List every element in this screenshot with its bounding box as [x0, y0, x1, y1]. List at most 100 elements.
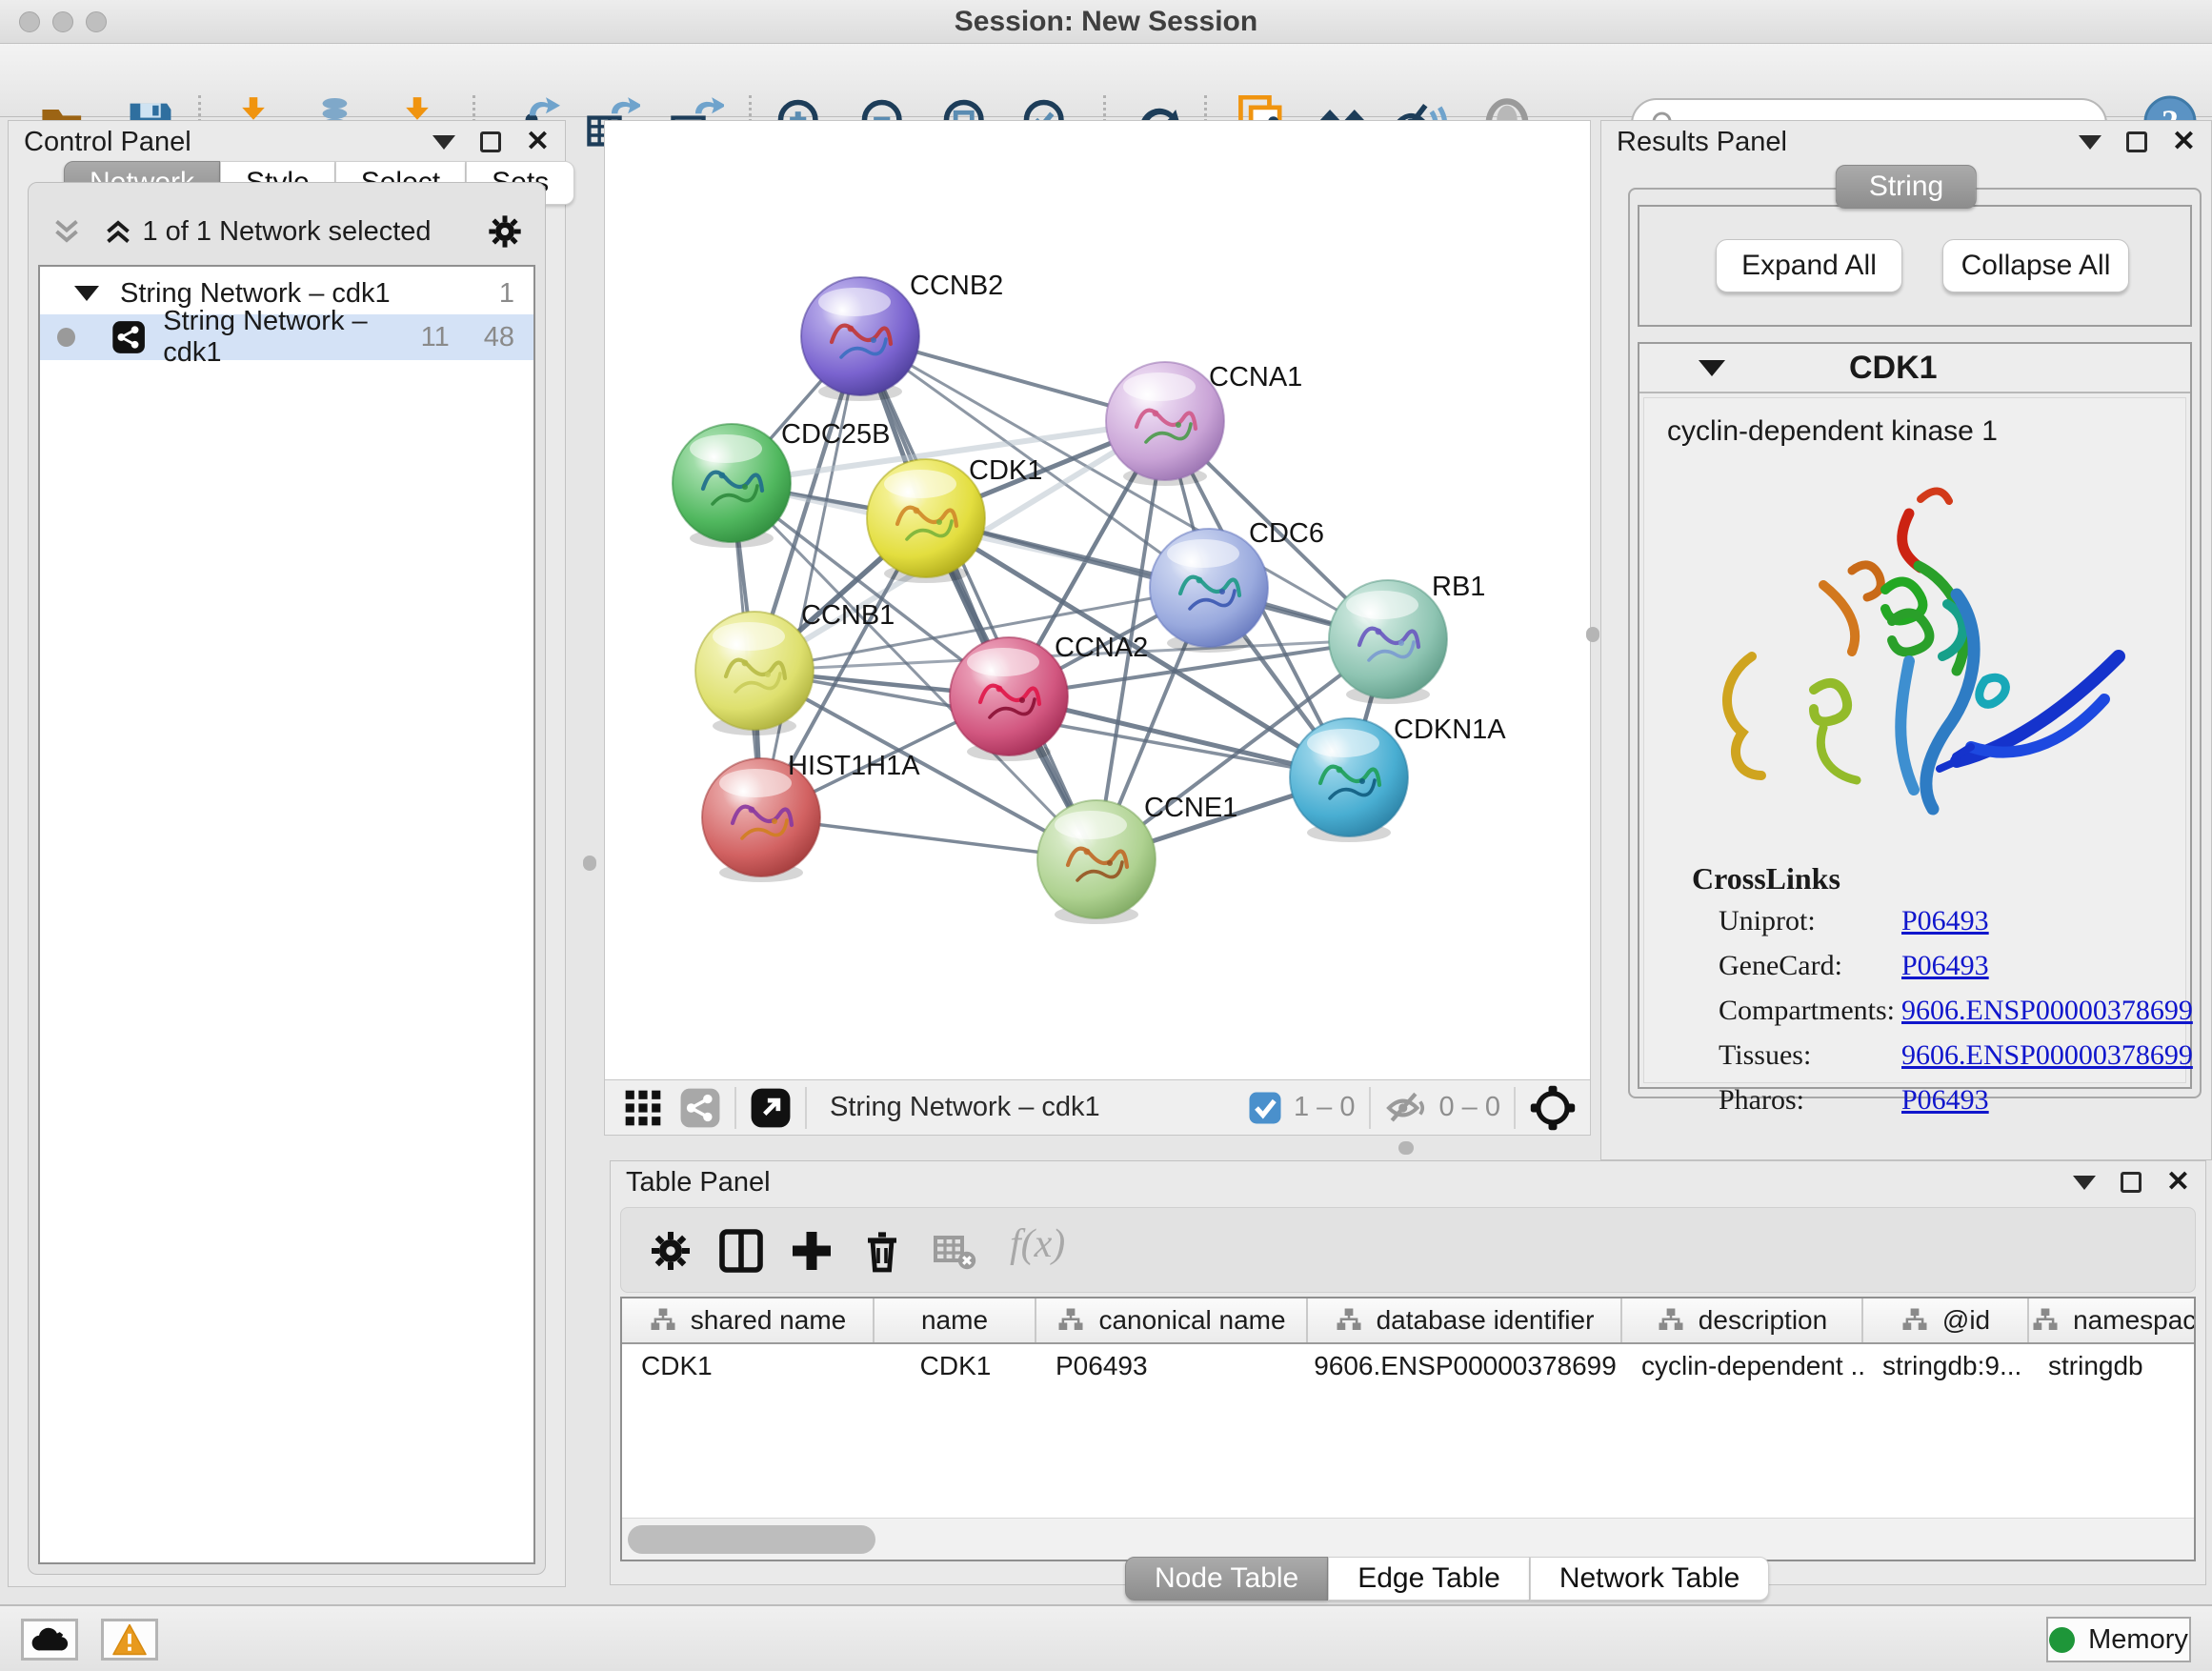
node-CCNA1[interactable]: CCNA1: [1106, 362, 1302, 486]
window-minimize-button[interactable]: [52, 11, 73, 32]
tree-expand-caret-icon[interactable]: [74, 286, 99, 301]
column-header-shared-name[interactable]: shared name: [622, 1299, 875, 1342]
splitter-handle[interactable]: [1586, 627, 1599, 642]
window-close-button[interactable]: [19, 11, 40, 32]
window-title: Session: New Session: [0, 0, 2212, 44]
network-canvas[interactable]: CCNB2 CCNA1 CDC25B CDK1 CDC6RB1 CCNB1 CCNA2 CDK…: [604, 120, 1591, 1080]
panel-close-icon[interactable]: ✕: [526, 131, 550, 152]
tab-string[interactable]: String: [1836, 165, 1977, 209]
crosslink-row: Uniprot:P06493: [1719, 905, 1900, 937]
panel-close-icon[interactable]: ✕: [2172, 131, 2196, 152]
network-list-toolbar: 1 of 1 Network selected: [29, 210, 545, 253]
network-collection-label: String Network – cdk1: [120, 278, 391, 310]
node-CDC25B[interactable]: CDC25B: [673, 419, 890, 548]
crosslink-link[interactable]: P06493: [1901, 905, 1989, 937]
crosslink-link[interactable]: P06493: [1901, 950, 1989, 982]
panel-collapse-icon[interactable]: [2079, 135, 2101, 150]
tab-node-table[interactable]: Node Table: [1125, 1557, 1328, 1601]
gene-section-header[interactable]: CDK1: [1639, 344, 2190, 393]
crosslink-row: Tissues:9606.ENSP00000378699: [1719, 1039, 1900, 1072]
node-CDK1[interactable]: CDK1: [867, 455, 1042, 583]
network-options-gear-icon[interactable]: [486, 212, 524, 251]
grid-view-icon[interactable]: [622, 1087, 664, 1129]
control-panel-header: Control Panel ✕: [9, 121, 565, 163]
column-header--id[interactable]: @id: [1863, 1299, 2029, 1342]
table-cell: P06493: [1036, 1344, 1308, 1388]
window-zoom-button[interactable]: [86, 11, 107, 32]
birdseye-crosshair-icon[interactable]: [1529, 1084, 1577, 1132]
splitter-handle[interactable]: [1398, 1141, 1414, 1155]
crosslink-label: Compartments:: [1719, 995, 1900, 1027]
cloud-icon: [30, 1625, 69, 1654]
column-header-name[interactable]: name: [875, 1299, 1036, 1342]
node-RB1[interactable]: RB1: [1329, 572, 1485, 704]
node-label-CDK1: CDK1: [969, 455, 1042, 486]
warning-status-button[interactable]: [101, 1619, 158, 1661]
network-edge-count: 48: [484, 322, 514, 353]
column-header-database-identifier[interactable]: database identifier: [1308, 1299, 1622, 1342]
expand-all-button[interactable]: Expand All: [1716, 239, 1902, 292]
panel-float-icon[interactable]: [2126, 131, 2147, 152]
node-CCNB2[interactable]: CCNB2: [801, 271, 1003, 401]
network-node-count: 11: [421, 322, 450, 353]
selected-checkbox-icon[interactable]: [1248, 1091, 1282, 1125]
node-CCNE1[interactable]: CCNE1: [1037, 793, 1237, 924]
crosslink-label: Tissues:: [1719, 1039, 1900, 1072]
network-graph[interactable]: CCNB2 CCNA1 CDC25B CDK1 CDC6RB1 CCNB1 CCNA2 CDK…: [605, 121, 1590, 1079]
delete-column-icon[interactable]: [859, 1228, 905, 1274]
panel-float-icon[interactable]: [480, 131, 501, 152]
node-label-HIST1H1A: HIST1H1A: [788, 751, 920, 781]
table-row[interactable]: CDK1CDK1P064939606.ENSP00000378699cyclin…: [622, 1344, 2194, 1388]
panel-collapse-icon[interactable]: [2073, 1176, 2096, 1190]
table-horizontal-scrollbar[interactable]: [622, 1518, 2194, 1560]
crosslink-link[interactable]: P06493: [1901, 1084, 1989, 1117]
crosslink-label: Pharos:: [1719, 1084, 1900, 1117]
table-body: CDK1CDK1P064939606.ENSP00000378699cyclin…: [622, 1344, 2194, 1388]
network-row-selected[interactable]: String Network – cdk1 11 48: [40, 314, 533, 360]
delete-table-icon[interactable]: [932, 1228, 977, 1274]
tab-network-table[interactable]: Network Table: [1530, 1557, 1770, 1601]
node-CDKN1A[interactable]: CDKN1A: [1290, 715, 1506, 842]
crosslink-row: Compartments:9606.ENSP00000378699: [1719, 995, 1900, 1027]
table-cell: 9606.ENSP00000378699: [1308, 1344, 1622, 1388]
column-type-icon: [2031, 1306, 2060, 1335]
selected-counts: 1 – 0: [1294, 1092, 1356, 1123]
table-options-gear-icon[interactable]: [648, 1228, 694, 1274]
add-column-icon[interactable]: [789, 1228, 835, 1274]
table-cell: CDK1: [875, 1344, 1036, 1388]
cloud-status-button[interactable]: [21, 1619, 78, 1661]
column-type-icon: [1900, 1306, 1929, 1335]
column-header-label: name: [921, 1305, 988, 1336]
splitter-handle[interactable]: [583, 856, 596, 871]
show-columns-icon[interactable]: [718, 1228, 764, 1274]
node-CDC6[interactable]: CDC6: [1150, 518, 1324, 653]
edge-CCNB2-HIST1H1A[interactable]: [761, 336, 860, 817]
panel-close-icon[interactable]: ✕: [2166, 1172, 2190, 1193]
crosslink-link[interactable]: 9606.ENSP00000378699: [1901, 995, 2193, 1027]
node-HIST1H1A[interactable]: HIST1H1A: [702, 751, 920, 882]
memory-button[interactable]: Memory: [2046, 1617, 2191, 1662]
column-header-label: canonical name: [1098, 1305, 1285, 1336]
panel-collapse-icon[interactable]: [432, 135, 455, 150]
table-cell: cyclin-dependent ...: [1622, 1344, 1863, 1388]
tab-edge-table[interactable]: Edge Table: [1328, 1557, 1530, 1601]
hidden-eye-icon[interactable]: [1384, 1086, 1428, 1130]
crosslink-link[interactable]: 9606.ENSP00000378699: [1901, 1039, 2193, 1072]
collapse-all-button[interactable]: Collapse All: [1942, 239, 2129, 292]
table-header-row: shared name name canonical name database id…: [622, 1299, 2194, 1344]
panel-float-icon[interactable]: [2121, 1172, 2142, 1193]
expand-collapse-bar: Expand All Collapse All: [1638, 205, 2192, 327]
function-builder-icon[interactable]: f(x): [1010, 1221, 1065, 1267]
scrollbar-thumb[interactable]: [628, 1525, 875, 1554]
gene-name: CDK1: [1849, 350, 1938, 387]
crosslink-row: Pharos:P06493: [1719, 1084, 1900, 1117]
node-CCNA2[interactable]: CCNA2: [950, 633, 1148, 761]
column-header-namespace[interactable]: namespace: [2029, 1299, 2196, 1342]
section-caret-icon[interactable]: [1699, 360, 1725, 376]
column-header-canonical-name[interactable]: canonical name: [1036, 1299, 1308, 1342]
column-header-description[interactable]: description: [1622, 1299, 1863, 1342]
node-CCNB1[interactable]: CCNB1: [695, 600, 895, 735]
open-external-icon[interactable]: [750, 1087, 792, 1129]
status-separator: [734, 1087, 736, 1129]
network-view-icon[interactable]: [679, 1087, 721, 1129]
